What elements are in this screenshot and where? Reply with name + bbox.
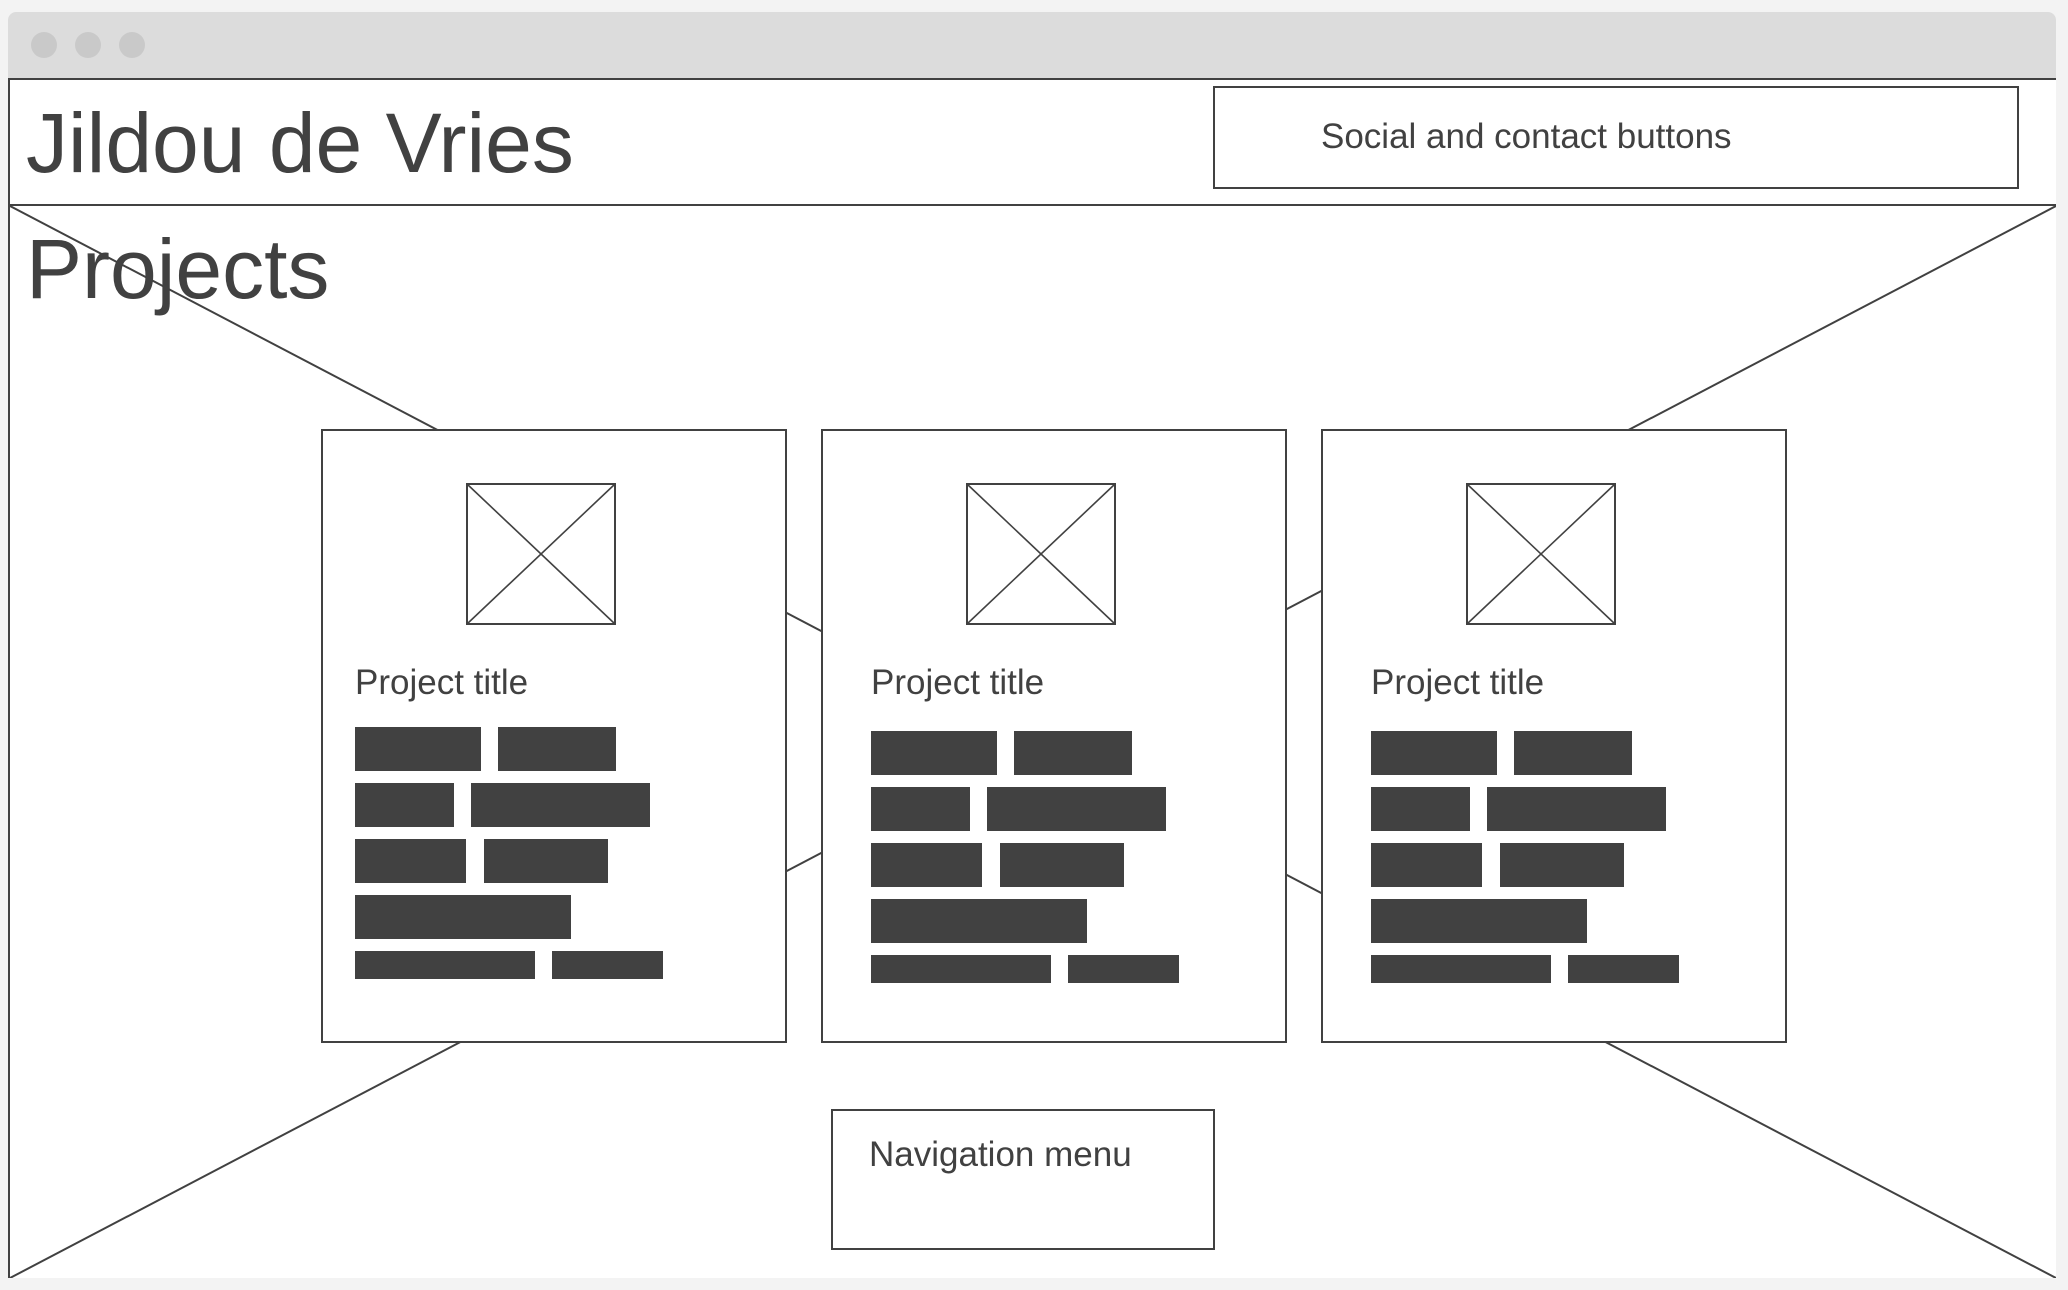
text-placeholder	[1371, 955, 1551, 983]
text-placeholder	[1014, 731, 1132, 775]
text-placeholder	[1371, 787, 1470, 831]
text-placeholder	[871, 955, 1051, 983]
project-title: Project title	[1371, 663, 1545, 702]
text-placeholder	[1371, 731, 1497, 775]
text-placeholder	[871, 731, 997, 775]
browser-window: Jildou de Vries Social and contact butto…	[8, 12, 2056, 1278]
text-placeholder	[484, 839, 608, 883]
site-title: Jildou de Vries	[26, 96, 574, 190]
close-window-icon[interactable]	[31, 32, 57, 58]
site-header: Jildou de Vries Social and contact butto…	[10, 80, 2056, 206]
text-placeholder	[1371, 899, 1587, 943]
text-placeholder	[1487, 787, 1666, 831]
project-card[interactable]: Project title	[321, 429, 787, 1043]
project-card[interactable]: Project title	[821, 429, 1287, 1043]
image-placeholder-icon	[966, 483, 1116, 625]
text-placeholder	[871, 899, 1087, 943]
text-placeholder	[355, 895, 571, 939]
text-placeholder	[355, 783, 454, 827]
section-title: Projects	[26, 222, 330, 316]
text-placeholder	[987, 787, 1166, 831]
project-card[interactable]: Project title	[1321, 429, 1787, 1043]
text-placeholder	[1068, 955, 1179, 983]
navigation-menu[interactable]: Navigation menu	[831, 1109, 1215, 1250]
text-placeholder	[1568, 955, 1679, 983]
image-placeholder-icon	[1466, 483, 1616, 625]
text-placeholder	[1371, 843, 1482, 887]
social-contact-label: Social and contact buttons	[1321, 117, 1732, 156]
text-placeholder	[355, 839, 466, 883]
text-placeholder	[1500, 843, 1624, 887]
project-title: Project title	[355, 663, 529, 702]
social-contact-buttons[interactable]: Social and contact buttons	[1213, 86, 2019, 189]
image-placeholder-icon	[466, 483, 616, 625]
minimize-window-icon[interactable]	[75, 32, 101, 58]
maximize-window-icon[interactable]	[119, 32, 145, 58]
text-placeholder	[1000, 843, 1124, 887]
text-placeholder	[471, 783, 650, 827]
window-titlebar	[8, 12, 2056, 78]
projects-section: Projects Project title Project title Pro…	[10, 206, 2056, 1278]
text-placeholder	[1514, 731, 1632, 775]
text-placeholder	[871, 843, 982, 887]
text-placeholder	[355, 727, 481, 771]
text-placeholder	[552, 951, 663, 979]
text-placeholder	[498, 727, 616, 771]
text-placeholder	[355, 951, 535, 979]
page-viewport: Jildou de Vries Social and contact butto…	[8, 78, 2056, 1278]
navigation-menu-label: Navigation menu	[869, 1135, 1132, 1174]
text-placeholder	[871, 787, 970, 831]
project-title: Project title	[871, 663, 1045, 702]
